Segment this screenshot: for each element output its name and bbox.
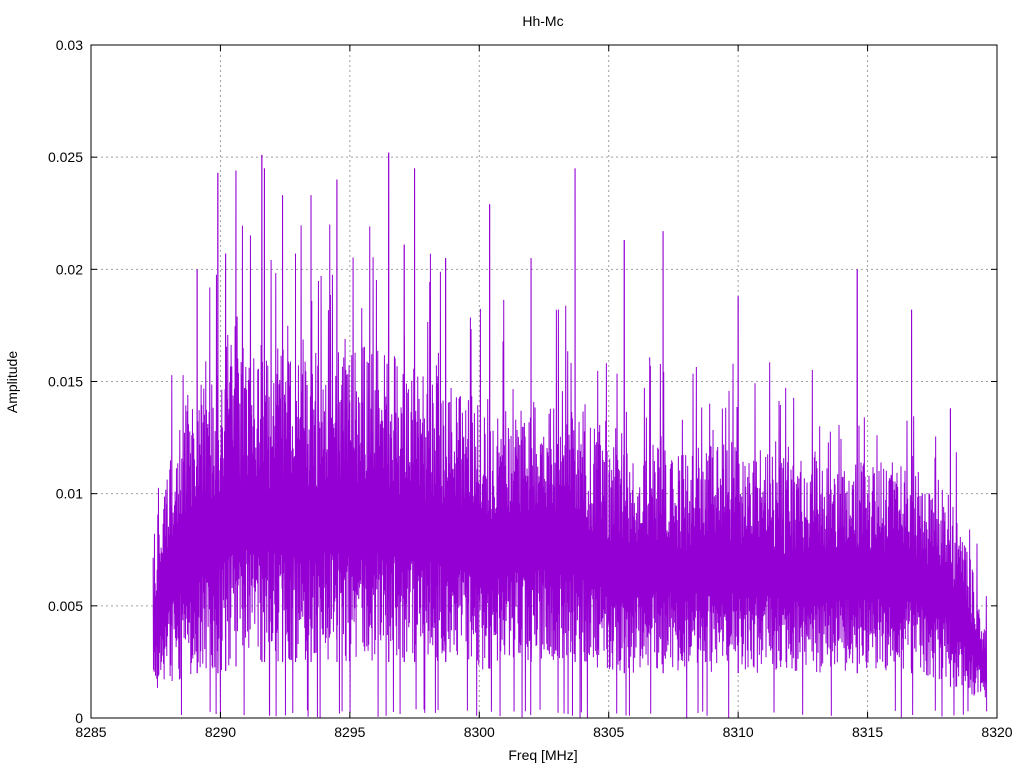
y-tick-label: 0.015 bbox=[48, 374, 83, 390]
x-tick-label: 8290 bbox=[205, 724, 236, 740]
x-tick-label: 8295 bbox=[334, 724, 365, 740]
y-tick-label: 0.02 bbox=[56, 261, 83, 277]
x-tick-label: 8305 bbox=[593, 724, 624, 740]
y-tick-label: 0 bbox=[75, 710, 83, 726]
x-axis-label: Freq [MHz] bbox=[508, 747, 577, 763]
x-tick-label: 8320 bbox=[981, 724, 1012, 740]
chart-title: Hh-Mc bbox=[522, 13, 563, 29]
y-tick-label: 0.005 bbox=[48, 598, 83, 614]
x-tick-label: 8300 bbox=[464, 724, 495, 740]
chart: 8285 8290 8295 8300 8305 8310 8315 8320 0 0.005 0… bbox=[0, 0, 1024, 768]
y-axis-label: Amplitude bbox=[4, 351, 20, 413]
y-tick-label: 0.03 bbox=[56, 37, 83, 53]
y-tick-label: 0.01 bbox=[56, 486, 83, 502]
x-tick-label: 8315 bbox=[852, 724, 883, 740]
x-tick-label: 8310 bbox=[723, 724, 754, 740]
x-tick-label: 8285 bbox=[75, 724, 106, 740]
y-tick-label: 0.025 bbox=[48, 149, 83, 165]
